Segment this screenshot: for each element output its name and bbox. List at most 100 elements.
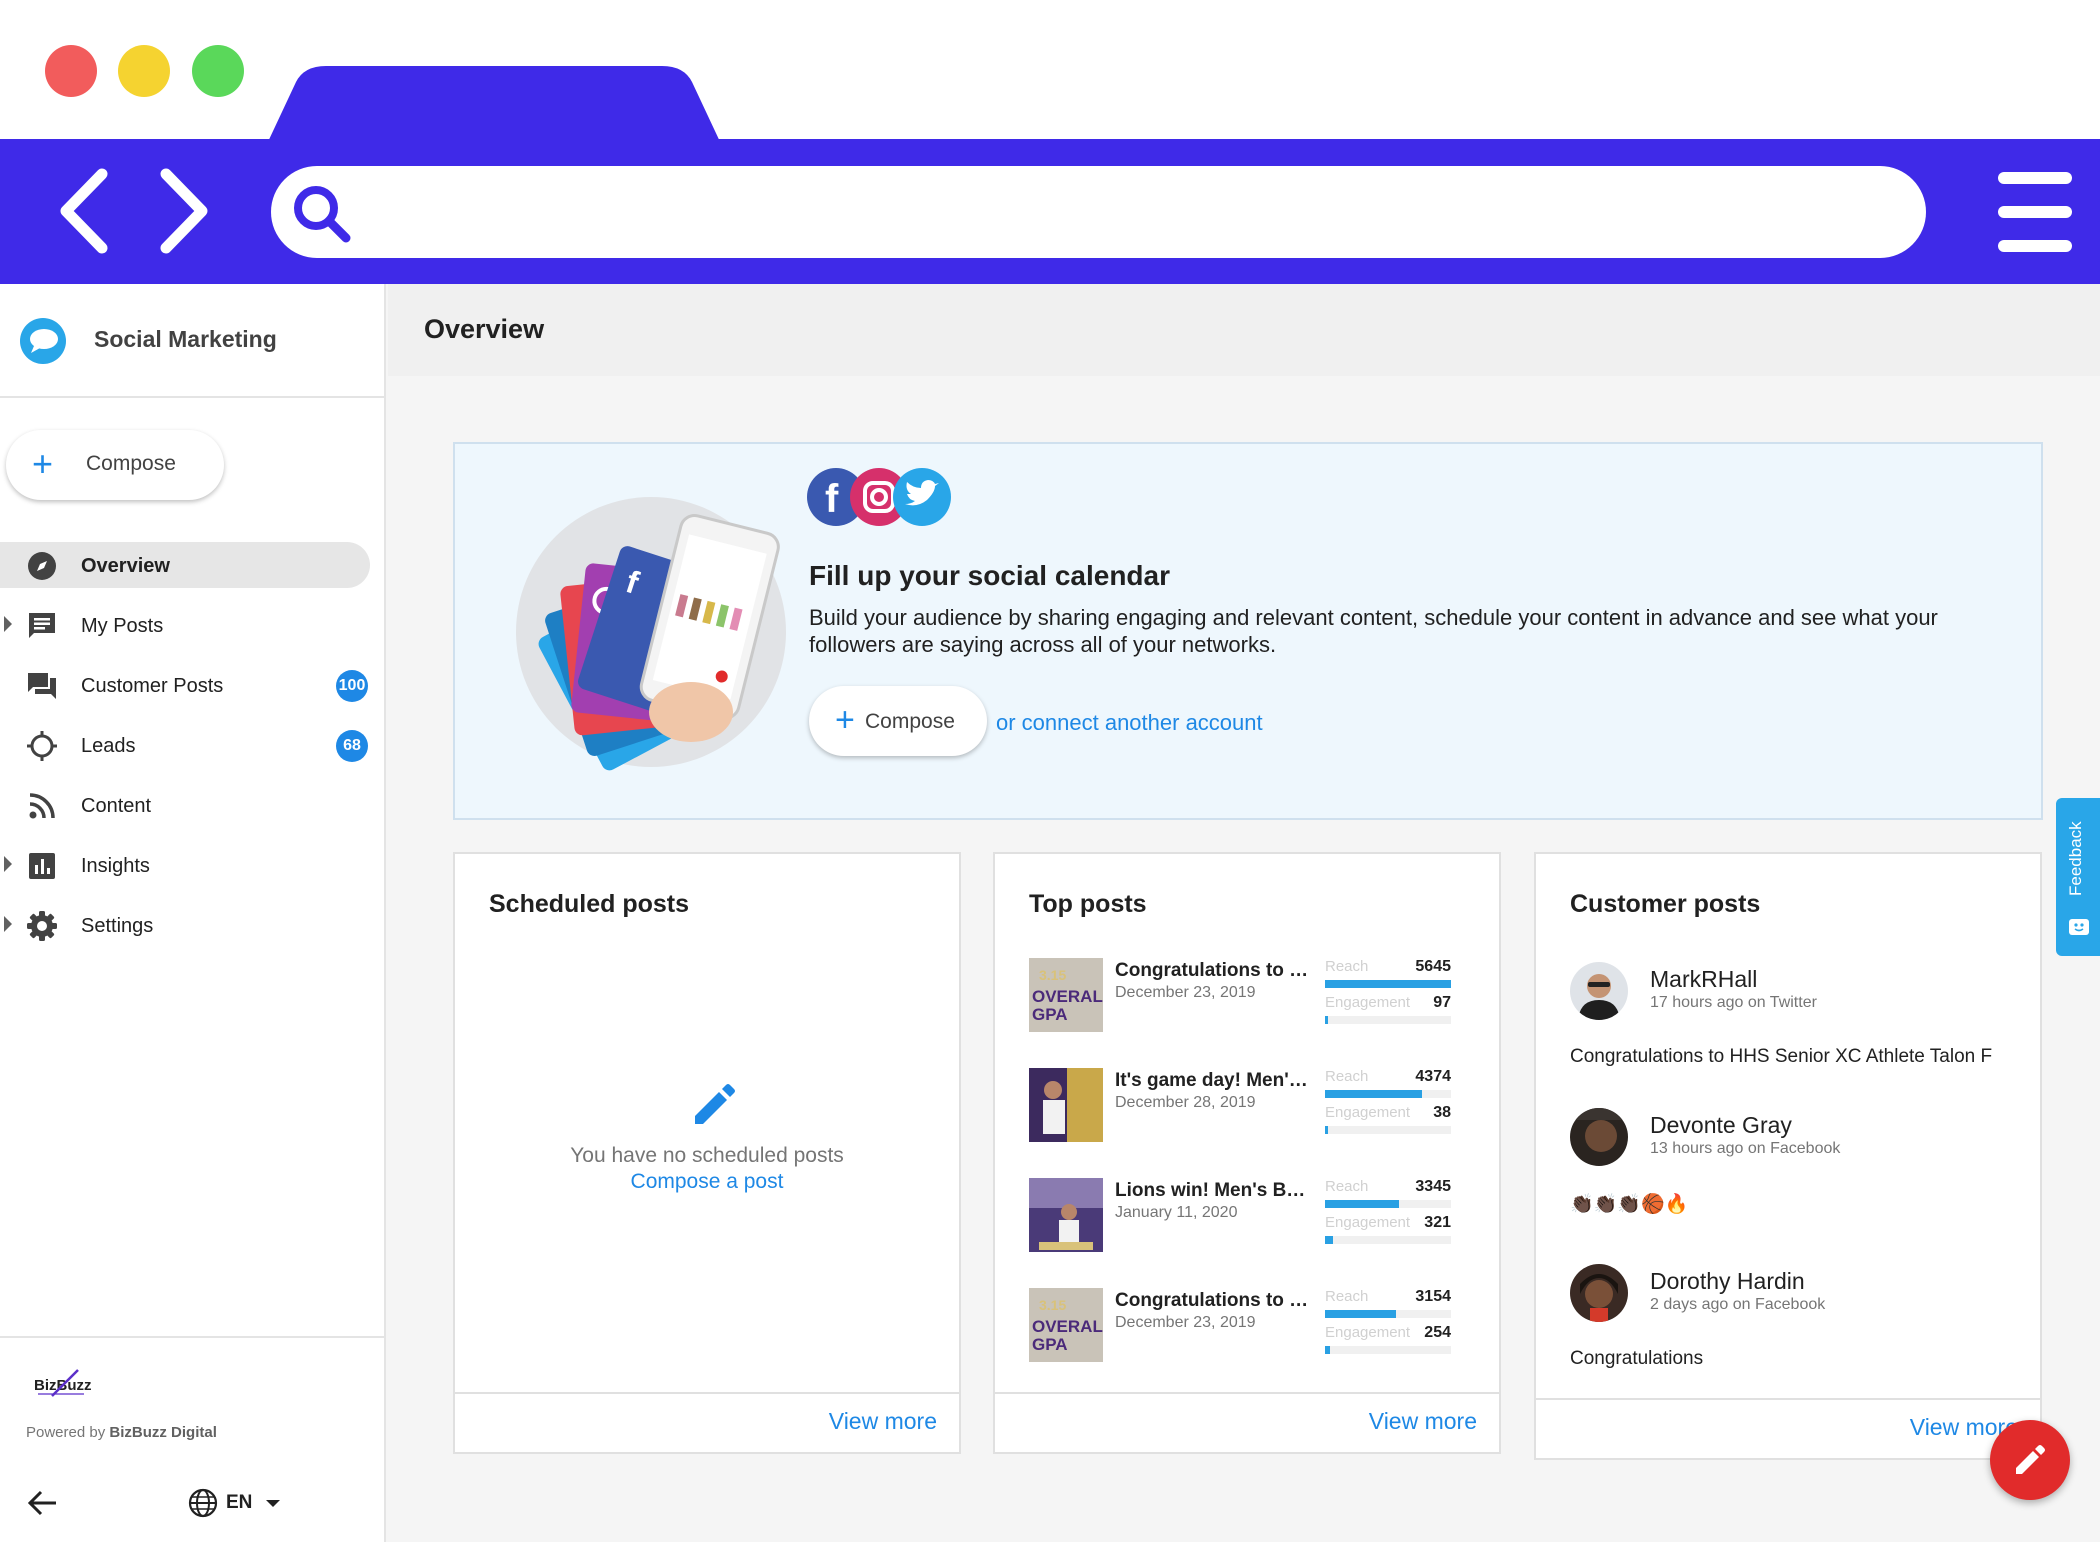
sidebar-item-leads[interactable]: Leads 68: [0, 722, 370, 768]
metric-label: Engagement: [1325, 1324, 1411, 1341]
sidebar-item-label: Customer Posts: [81, 675, 224, 697]
browser-tab[interactable]: [266, 66, 722, 146]
hero-compose-button[interactable]: + Compose: [809, 686, 987, 756]
hero-banner: in f f Fill up your: [453, 442, 2043, 820]
chat-bubble-logo-icon: [20, 318, 66, 364]
sidebar-item-customer-posts[interactable]: Customer Posts 100: [0, 662, 370, 708]
avatar: [1570, 1108, 1628, 1166]
language-code: EN: [226, 1492, 253, 1513]
customer-posts-card: Customer posts MarkRHall 17 hours ago on…: [1534, 852, 2042, 1460]
top-post-item[interactable]: Lions win! Men's Bas... January 11, 2020…: [1029, 1178, 1459, 1254]
engagement-bar-fill: [1325, 1236, 1333, 1244]
svg-text:GPA: GPA: [1032, 1335, 1068, 1354]
avatar: [1570, 1264, 1628, 1322]
plus-icon: +: [32, 443, 54, 484]
compose-label: Compose: [865, 710, 955, 733]
top-post-item[interactable]: 3.15 OVERALL GPA Congratulations to o...…: [1029, 958, 1459, 1034]
post-thumbnail: 3.15 OVERALL GPA: [1029, 958, 1103, 1032]
avatar: [1570, 962, 1628, 1020]
customer-name: Devonte Gray: [1650, 1112, 1792, 1138]
sidebar-item-content[interactable]: Content: [0, 782, 370, 828]
engagement-bar-fill: [1325, 1346, 1331, 1354]
sidebar-footer: BizBuzz Powered by BizBuzz Digital EN: [0, 1336, 384, 1542]
expand-caret-icon[interactable]: [4, 856, 12, 872]
reach-value: 4374: [1415, 1068, 1451, 1085]
compose-post-link-text[interactable]: Compose a post: [631, 1170, 784, 1193]
customer-posts-badge: 100: [336, 670, 368, 702]
customer-post-item[interactable]: Devonte Gray 13 hours ago on Facebook 👏🏿…: [1570, 1108, 2030, 1228]
post-thumbnail: [1029, 1068, 1103, 1142]
svg-text:3.15: 3.15: [1039, 1297, 1066, 1313]
new-post-fab[interactable]: [1990, 1420, 2070, 1500]
card-title: Top posts: [1029, 890, 1147, 918]
customer-post-text: Congratulations to HHS Senior XC Athlete…: [1570, 1046, 1993, 1067]
expand-caret-icon[interactable]: [4, 616, 12, 632]
reach-bar: [1325, 1310, 1451, 1318]
gear-icon: [27, 911, 57, 941]
reach-bar: [1325, 1090, 1451, 1098]
post-date: December 28, 2019: [1115, 1094, 1256, 1111]
minimize-window-button[interactable]: [118, 45, 170, 97]
feedback-label: Feedback: [2066, 821, 2085, 896]
view-more-link[interactable]: View more: [1369, 1408, 1477, 1435]
customer-post-item[interactable]: Dorothy Hardin 2 days ago on Facebook Co…: [1570, 1264, 2030, 1384]
nav-arrows-icon[interactable]: [54, 166, 214, 256]
reach-bar-fill: [1325, 1200, 1400, 1208]
metric-label: Reach: [1325, 1178, 1369, 1195]
plus-icon: +: [835, 701, 855, 739]
post-title: Congratulations to o...: [1115, 960, 1315, 981]
brand-header: Social Marketing: [0, 284, 384, 398]
sidebar-item-label: Overview: [81, 555, 170, 577]
feedback-tab[interactable]: Feedback: [2056, 798, 2100, 956]
bizbuzz-logo: BizBuzz: [34, 1369, 92, 1397]
engagement-bar: [1325, 1126, 1451, 1134]
sidebar: Social Marketing + Compose Overview My P…: [0, 284, 386, 1542]
reach-bar-fill: [1325, 1090, 1423, 1098]
sidebar-item-my-posts[interactable]: My Posts: [0, 602, 370, 648]
top-post-item[interactable]: It's game day! Men's ... December 28, 20…: [1029, 1068, 1459, 1144]
view-more-link[interactable]: View more: [829, 1408, 937, 1435]
post-title: Congratulations to o...: [1115, 1290, 1315, 1311]
sidebar-item-label: My Posts: [81, 615, 164, 637]
metric-label: Engagement: [1325, 994, 1411, 1011]
page-header: Overview: [388, 284, 2100, 376]
pencil-icon: [695, 1084, 735, 1124]
customer-post-item[interactable]: MarkRHall 17 hours ago on Twitter Congra…: [1570, 962, 2030, 1082]
customer-post-meta: 2 days ago on Facebook: [1650, 1296, 1826, 1313]
engagement-bar-fill: [1325, 1016, 1328, 1024]
connect-account-link[interactable]: or connect another account: [996, 710, 1263, 736]
post-date: December 23, 2019: [1115, 1314, 1256, 1331]
compose-button[interactable]: + Compose: [6, 430, 224, 500]
top-post-item[interactable]: 3.15 OVERALL GPA Congratulations to o...…: [1029, 1288, 1459, 1364]
sidebar-item-settings[interactable]: Settings: [0, 902, 370, 948]
hamburger-menu-icon[interactable]: [1998, 170, 2072, 254]
maximize-window-button[interactable]: [192, 45, 244, 97]
reach-value: 5645: [1415, 958, 1451, 975]
rss-icon: [29, 793, 55, 819]
language-selector[interactable]: EN: [188, 1486, 288, 1520]
compose-post-link: Compose a post: [455, 1170, 959, 1194]
collapse-sidebar-arrow-icon[interactable]: [26, 1486, 60, 1520]
card-title: Customer posts: [1570, 890, 1761, 918]
reach-metric: Reach 5645: [1325, 958, 1455, 992]
customer-post-text: Congratulations: [1570, 1348, 1704, 1369]
close-window-button[interactable]: [45, 45, 97, 97]
sidebar-item-overview[interactable]: Overview: [0, 542, 370, 588]
address-bar[interactable]: [271, 166, 1926, 258]
reach-bar: [1325, 980, 1451, 988]
engagement-bar: [1325, 1236, 1451, 1244]
engagement-metric: Engagement 38: [1325, 1104, 1455, 1138]
engagement-bar: [1325, 1346, 1451, 1354]
sidebar-item-label: Settings: [81, 915, 154, 937]
sidebar-item-insights[interactable]: Insights: [0, 842, 370, 888]
app-container: Social Marketing + Compose Overview My P…: [0, 284, 2100, 1542]
engagement-value: 97: [1433, 994, 1451, 1011]
hero-description: Build your audience by sharing engaging …: [809, 605, 1938, 657]
svg-text:GPA: GPA: [1032, 1005, 1068, 1024]
chat-icon: [28, 673, 56, 699]
expand-caret-icon[interactable]: [4, 916, 12, 932]
sidebar-item-label: Content: [81, 795, 152, 817]
svg-text:OVERALL: OVERALL: [1032, 987, 1103, 1006]
svg-text:3.15: 3.15: [1039, 967, 1066, 983]
post-date: December 23, 2019: [1115, 984, 1256, 1001]
